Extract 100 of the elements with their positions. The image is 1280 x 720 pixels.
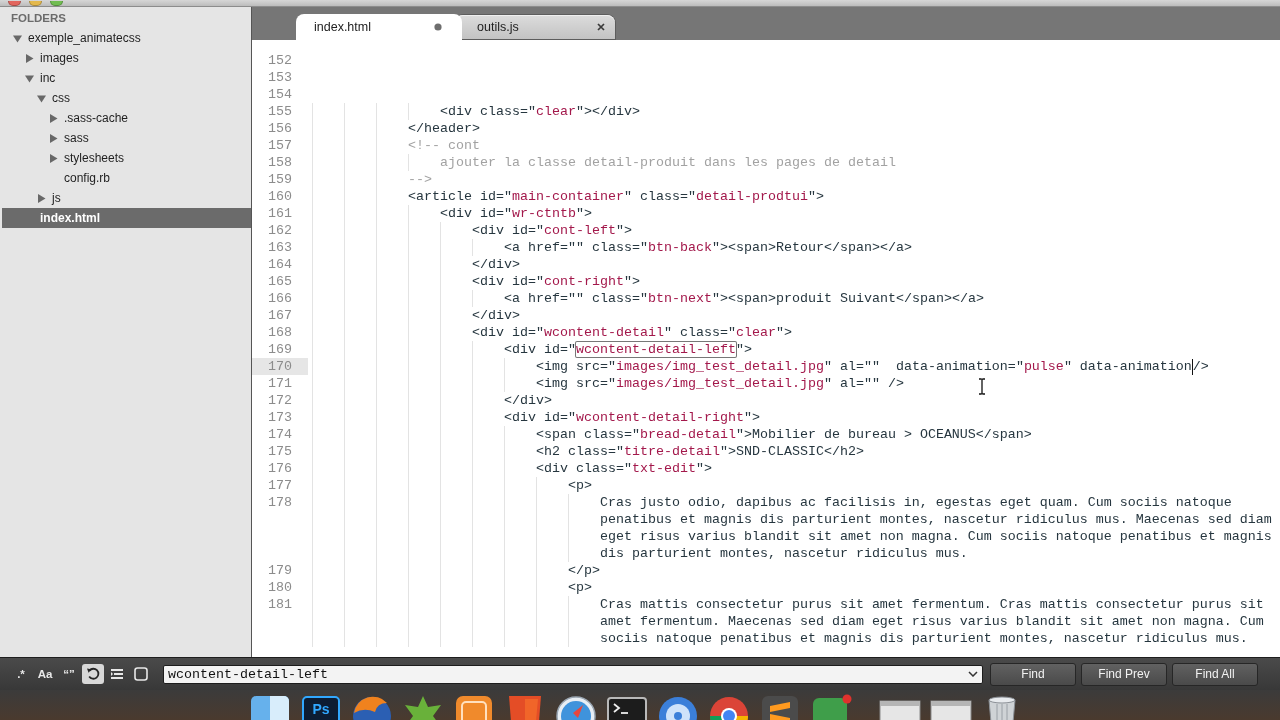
- wheel-icon[interactable]: [707, 694, 751, 720]
- line-number: 170: [268, 358, 292, 375]
- line-number: 158: [268, 154, 292, 171]
- code-text: />: [1192, 358, 1209, 375]
- line-number: 165: [268, 273, 292, 290]
- tree-item[interactable]: config.rb: [64, 168, 113, 188]
- find-button[interactable]: Find Prev: [1081, 662, 1167, 686]
- find-field[interactable]: wcontent-detail-left: [163, 664, 983, 684]
- tab[interactable]: index.html: [296, 14, 462, 40]
- line-number: 168: [268, 324, 292, 341]
- code-text: <a href="" class="btn-back"><span>Retour</span></a>: [503, 239, 912, 256]
- code-text: </div>: [471, 307, 520, 324]
- tree-item[interactable]: .sass-cache: [49, 108, 131, 128]
- square-icon: [134, 667, 148, 681]
- right-triangle-icon[interactable]: [37, 193, 46, 203]
- line-number: 180: [268, 579, 292, 596]
- code-text: <span class="bread-detail">Mobilier de bureau > OCEANUS</span>: [535, 426, 1032, 443]
- code-text: <a href="" class="btn-next"><span>produit Suivant</span></a>: [503, 290, 984, 307]
- code-text: <div id="wr-ctntb">: [440, 205, 592, 222]
- right-triangle-icon[interactable]: [49, 153, 58, 163]
- code-text: <div id="cont-right">: [471, 273, 640, 290]
- split-tile-icon[interactable]: [248, 694, 292, 720]
- line-number: 174: [268, 426, 292, 443]
- line-number: 179: [268, 562, 292, 579]
- code-text: Cras justo odio, dapibus ac facilisis in, egestas eget quam. Cum sociis natoque penatibus et magnis dis parturient montes, nascetur ridiculus mus. Maecenas sed diam eget risus varius blandit sit amet non magna. Cum sociis natoque penatibus et magnis dis parturient montes, nascetur ridiculus mus.: [599, 494, 1273, 562]
- tree-item[interactable]: css: [37, 88, 72, 108]
- tree-item[interactable]: inc: [25, 68, 58, 88]
- line-number: 164: [268, 256, 292, 273]
- option-toggle[interactable]: Aa: [34, 664, 56, 684]
- line-number: 169: [268, 341, 292, 358]
- code-text: <img src="images/img_test_detail.jpg" al="" data-animation="pulse" data-animation: [535, 358, 1192, 375]
- circular-arrow-icon: [86, 667, 100, 681]
- compass-icon[interactable]: [554, 694, 598, 720]
- code-text: <!-- cont: [408, 137, 480, 154]
- right-triangle-icon[interactable]: [49, 133, 58, 143]
- line-number: 156: [268, 120, 292, 137]
- code-text: <div id="wcontent-detail-right">: [503, 409, 760, 426]
- down-triangle-icon[interactable]: [37, 93, 46, 103]
- tree-item[interactable]: sass: [49, 128, 91, 148]
- globe-icon[interactable]: [350, 694, 394, 720]
- down-triangle-icon[interactable]: [13, 33, 22, 43]
- code-text: ">: [735, 341, 752, 358]
- find-button[interactable]: Find: [990, 662, 1076, 686]
- find-button[interactable]: Find All: [1172, 662, 1258, 686]
- tree-item[interactable]: stylesheets: [49, 148, 127, 168]
- line-number: 176: [268, 460, 292, 477]
- line-number: 163: [268, 239, 292, 256]
- line-number: 160: [268, 188, 292, 205]
- code-text: </p>: [567, 562, 600, 579]
- code-text: <img src="images/img_test_detail.jpg" al="" />: [535, 375, 904, 392]
- line-number: 155: [268, 103, 292, 120]
- down-triangle-icon[interactable]: [25, 73, 34, 83]
- code-text: <div class="clear"></div>: [440, 103, 640, 120]
- close-icon[interactable]: [597, 23, 605, 31]
- line-number: 172: [268, 392, 292, 409]
- line-number: 159: [268, 171, 292, 188]
- code-text: ajouter la classe detail-produit dans les pages de detail: [440, 154, 896, 171]
- code-text: <p>: [567, 477, 592, 494]
- search-match: wcontent-detail-left: [574, 341, 737, 358]
- option-toggle[interactable]: [82, 664, 104, 684]
- lines-icon: [110, 667, 124, 681]
- line-number: 154: [268, 86, 292, 103]
- chevron-down-icon[interactable]: [968, 670, 978, 677]
- close-window-button[interactable]: [8, 1, 21, 6]
- letter-tile-icon[interactable]: Ps: [299, 694, 343, 720]
- line-number: 161: [268, 205, 292, 222]
- line-number: 162: [268, 222, 292, 239]
- line-number: 175: [268, 443, 292, 460]
- code-text: -->: [408, 171, 432, 188]
- terminal-icon[interactable]: [605, 694, 649, 720]
- code-text: </div>: [471, 256, 520, 273]
- line-number: 171: [268, 375, 292, 392]
- dot-icon[interactable]: [434, 23, 442, 31]
- tree-item[interactable]: exemple_animatecss: [13, 28, 143, 48]
- line-number: 153: [268, 69, 292, 86]
- code-text: </div>: [503, 392, 552, 409]
- line-number: 157: [268, 137, 292, 154]
- option-toggle[interactable]: .*: [10, 664, 32, 684]
- line-number: 166: [268, 290, 292, 307]
- line-number: 178: [268, 494, 292, 511]
- right-triangle-icon[interactable]: [49, 113, 58, 123]
- right-triangle-icon[interactable]: [25, 53, 34, 63]
- code-text: Cras mattis consectetur purus sit amet fermentum. Cras mattis consectetur purus sit amet fermentum. Maecenas sed diam eget risus varius blandit sit amet non magna. Cum sociis natoque penatibus et magnis dis parturient montes, nascetur ridiculus mus.: [599, 596, 1265, 647]
- option-toggle[interactable]: “”: [58, 664, 80, 684]
- code-text: <div id="wcontent-detail" class="clear">: [471, 324, 792, 341]
- line-number: 181: [268, 596, 292, 613]
- code-text: <div id="cont-left">: [471, 222, 632, 239]
- code-text: <p>: [567, 579, 592, 596]
- tree-item[interactable]: js: [37, 188, 63, 208]
- line-number: 152: [268, 52, 292, 69]
- tree-item[interactable]: images: [25, 48, 81, 68]
- code-text: <article id="main-container" class="detail-prodtui">: [408, 188, 824, 205]
- line-number: 167: [268, 307, 292, 324]
- code-text: </header>: [408, 120, 480, 137]
- sidebar-heading: FOLDERS: [10, 10, 67, 26]
- code-text: <h2 class="titre-detail">SND-CLASSIC</h2>: [535, 443, 864, 460]
- line-number: 173: [268, 409, 292, 426]
- tree-item[interactable]: index.html: [2, 208, 251, 228]
- line-number: 177: [268, 477, 292, 494]
- text-cursor-icon: [978, 378, 986, 395]
